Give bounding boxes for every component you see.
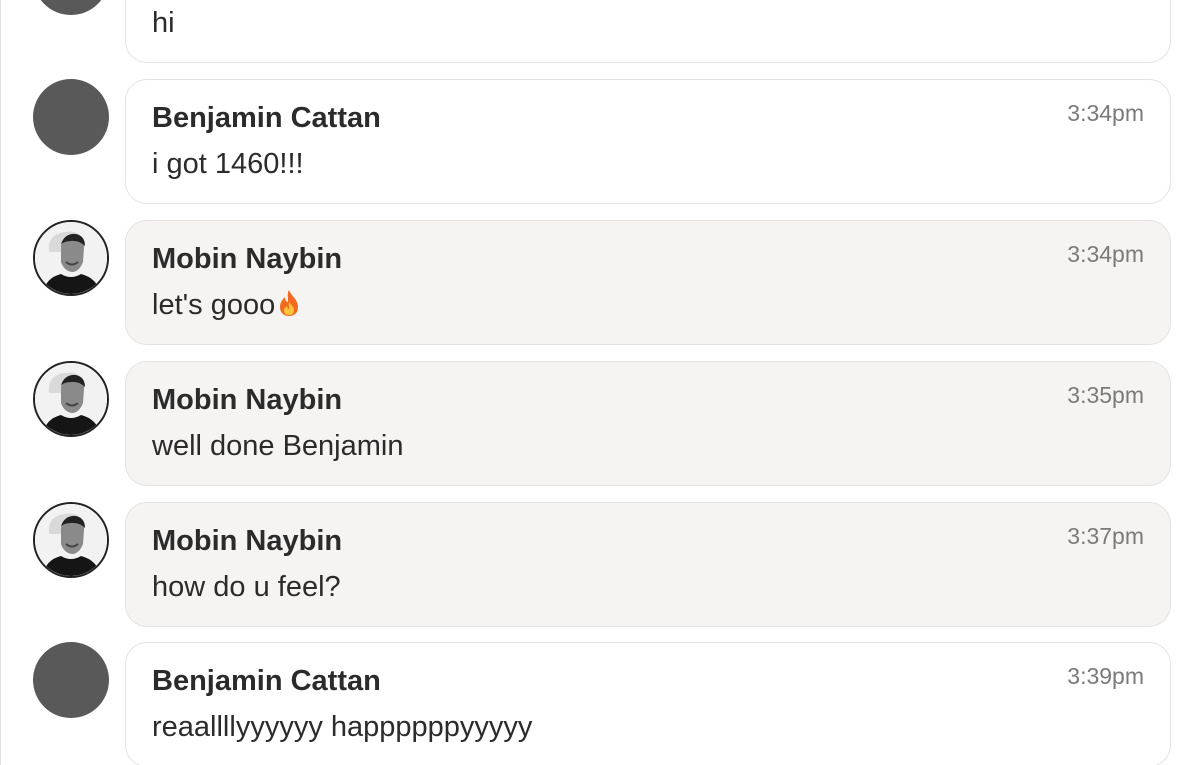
sender-name[interactable]: Benjamin Cattan (152, 665, 381, 698)
message-timestamp: 3:35pm (1067, 382, 1144, 408)
message-text: let's gooo (152, 289, 301, 322)
message-text: how do u feel? (152, 571, 341, 603)
message-bubble[interactable]: Benjamin Cattan 3:39pm reaallllyyyyyy ha… (125, 642, 1171, 765)
message-text: i got 1460!!! (152, 148, 304, 180)
message-text: reaallllyyyyyy happppppyyyyy (152, 711, 533, 743)
message-timestamp: 3:34pm (1067, 100, 1144, 126)
avatar[interactable] (33, 502, 109, 578)
avatar[interactable] (33, 220, 109, 296)
message-bubble[interactable]: Benjamin Cattan 3:34pm i got 1460!!! (125, 79, 1171, 204)
message-text: well done Benjamin (152, 430, 404, 462)
profile-photo-icon (35, 504, 107, 576)
sender-name[interactable]: Mobin Naybin (152, 525, 342, 558)
message-text-body: let's gooo (152, 289, 276, 321)
profile-photo-icon (35, 222, 107, 294)
sender-name[interactable]: Mobin Naybin (152, 384, 342, 417)
chat-message-list[interactable]: hi Benjamin Cattan 3:34pm i got 1460!!! … (0, 0, 1200, 765)
message-bubble[interactable]: Mobin Naybin 3:37pm how do u feel? (125, 502, 1171, 627)
message-timestamp: 3:34pm (1067, 241, 1144, 267)
message-timestamp: 3:37pm (1067, 523, 1144, 549)
message-bubble[interactable]: hi (125, 0, 1171, 63)
avatar[interactable] (33, 0, 109, 15)
message-bubble[interactable]: Mobin Naybin 3:35pm well done Benjamin (125, 361, 1171, 486)
sender-name[interactable]: Benjamin Cattan (152, 102, 381, 135)
profile-photo-icon (35, 363, 107, 435)
avatar[interactable] (33, 642, 109, 718)
message-timestamp: 3:39pm (1067, 663, 1144, 689)
fire-icon (280, 290, 299, 316)
message-bubble[interactable]: Mobin Naybin 3:34pm let's gooo (125, 220, 1171, 345)
avatar[interactable] (33, 79, 109, 155)
avatar[interactable] (33, 361, 109, 437)
sender-name[interactable]: Mobin Naybin (152, 243, 342, 276)
message-text: hi (152, 7, 175, 39)
